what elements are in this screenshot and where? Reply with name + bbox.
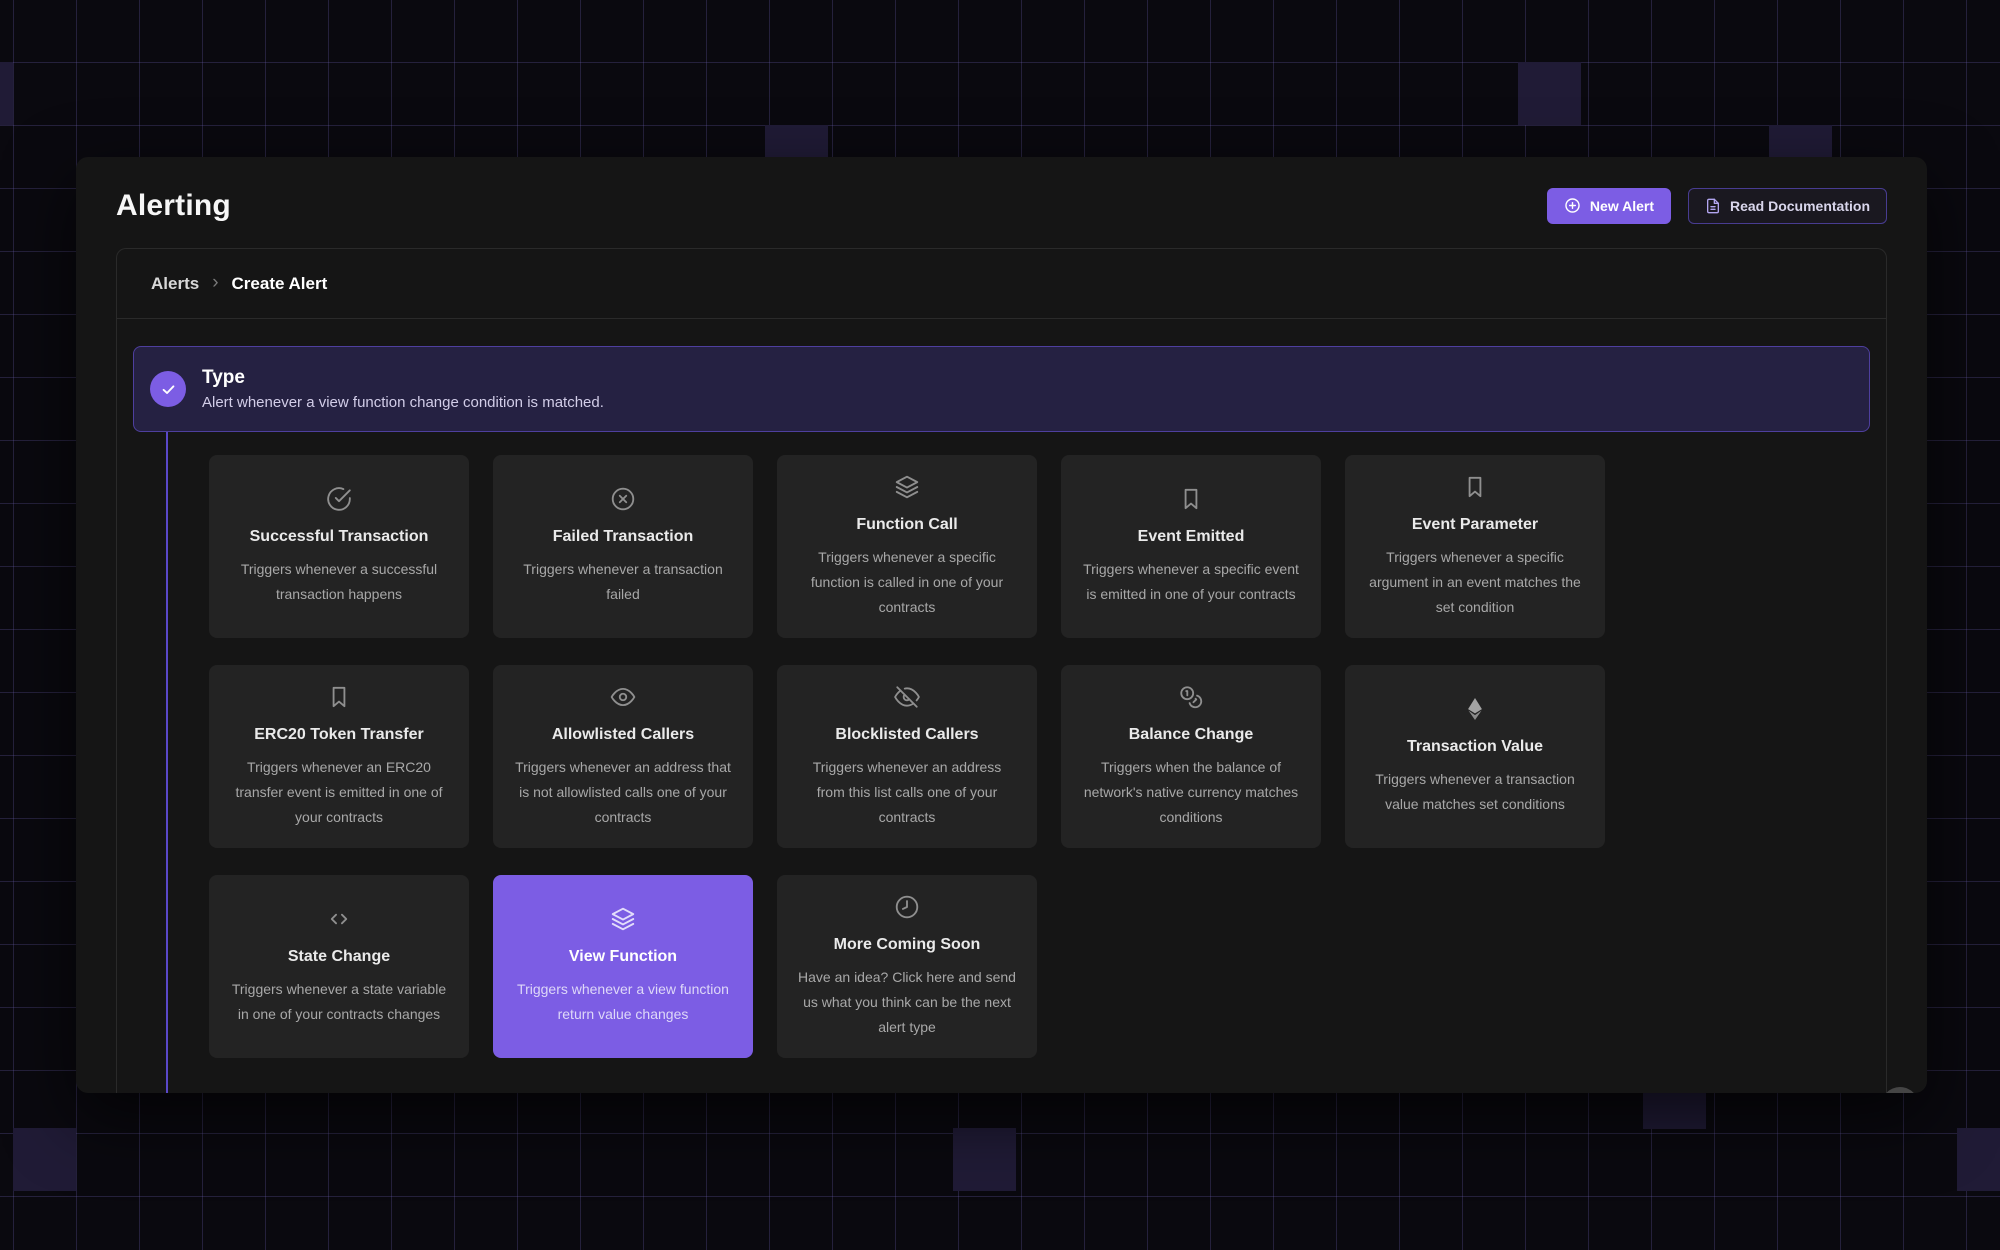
grid-highlight-cell xyxy=(1957,1128,2000,1191)
panel-header: Alerting New Alert Read Documentation xyxy=(116,157,1887,248)
alert-type-card-state-change[interactable]: State Change Triggers whenever a state v… xyxy=(209,875,469,1058)
header-actions: New Alert Read Documentation xyxy=(1547,188,1887,224)
alert-type-card-event-parameter[interactable]: Event Parameter Triggers whenever a spec… xyxy=(1345,455,1605,638)
alert-type-description: Triggers when the balance of network's n… xyxy=(1082,755,1300,830)
alert-type-card-event-emitted[interactable]: Event Emitted Triggers whenever a specif… xyxy=(1061,455,1321,638)
breadcrumb-alerts-link[interactable]: Alerts xyxy=(151,274,199,294)
ethereum-icon xyxy=(1462,696,1488,722)
alert-type-title: Blocklisted Callers xyxy=(835,726,978,744)
code-icon xyxy=(326,906,352,932)
bookmark-icon xyxy=(326,684,352,710)
x-circle-icon xyxy=(610,486,636,512)
step-connector-line xyxy=(166,432,168,1093)
breadcrumb-current: Create Alert xyxy=(232,274,328,294)
alert-type-description: Triggers whenever a specific function is… xyxy=(798,545,1016,620)
alert-type-card-successful-transaction[interactable]: Successful Transaction Triggers whenever… xyxy=(209,455,469,638)
page-title: Alerting xyxy=(116,189,231,223)
read-documentation-button[interactable]: Read Documentation xyxy=(1688,188,1887,224)
clock-icon xyxy=(894,894,920,920)
alert-type-card-balance-change[interactable]: Balance Change Triggers when the balance… xyxy=(1061,665,1321,848)
coins-icon xyxy=(1178,684,1204,710)
alert-type-description: Triggers whenever a transaction value ma… xyxy=(1366,767,1584,817)
alert-type-description: Triggers whenever a specific event is em… xyxy=(1082,557,1300,607)
layers-icon xyxy=(894,474,920,500)
alert-type-title: Balance Change xyxy=(1129,726,1253,744)
bookmark-icon xyxy=(1462,474,1488,500)
layers-icon xyxy=(610,906,636,932)
step-type-banner: Type Alert whenever a view function chan… xyxy=(133,346,1870,432)
new-alert-button[interactable]: New Alert xyxy=(1547,188,1671,224)
alert-type-title: Allowlisted Callers xyxy=(552,726,694,744)
alert-type-description: Triggers whenever a specific argument in… xyxy=(1366,545,1584,620)
alert-type-description: Have an idea? Click here and send us wha… xyxy=(798,965,1016,1040)
grid-highlight-cell xyxy=(953,1128,1016,1191)
check-circle-icon xyxy=(326,486,352,512)
alert-type-title: Function Call xyxy=(856,516,957,534)
alert-type-description: Triggers whenever a successful transacti… xyxy=(230,557,448,607)
eye-off-icon xyxy=(894,684,920,710)
alert-type-title: Successful Transaction xyxy=(250,528,429,546)
alert-type-description: Triggers whenever a transaction failed xyxy=(514,557,732,607)
create-alert-container: Alerts › Create Alert Type Alert wheneve… xyxy=(116,248,1887,1093)
grid-highlight-cell xyxy=(13,1128,76,1191)
step-content: Type Alert whenever a view function chan… xyxy=(117,319,1886,1058)
alert-type-description: Triggers whenever a state variable in on… xyxy=(230,977,448,1027)
breadcrumb: Alerts › Create Alert xyxy=(117,249,1886,319)
alert-type-card-view-function[interactable]: View Function Triggers whenever a view f… xyxy=(493,875,753,1058)
alert-type-card-function-call[interactable]: Function Call Triggers whenever a specif… xyxy=(777,455,1037,638)
alert-type-title: Failed Transaction xyxy=(553,528,693,546)
alert-type-title: State Change xyxy=(288,948,390,966)
read-documentation-label: Read Documentation xyxy=(1730,198,1870,214)
step-description: Alert whenever a view function change co… xyxy=(202,394,604,411)
alert-type-grid: Successful Transaction Triggers whenever… xyxy=(209,455,1870,1058)
alert-type-title: Event Parameter xyxy=(1412,516,1538,534)
chevron-right-icon: › xyxy=(212,273,218,294)
alert-type-description: Triggers whenever an address that is not… xyxy=(514,755,732,830)
alert-type-card-erc20-token-transfer[interactable]: ERC20 Token Transfer Triggers whenever a… xyxy=(209,665,469,848)
alert-type-description: Triggers whenever an address from this l… xyxy=(798,755,1016,830)
new-alert-label: New Alert xyxy=(1590,198,1654,214)
alert-type-title: ERC20 Token Transfer xyxy=(254,726,424,744)
step-title: Type xyxy=(202,367,604,389)
circle-plus-icon xyxy=(1564,197,1581,214)
grid-highlight-cell xyxy=(0,62,13,125)
alert-type-title: View Function xyxy=(569,948,677,966)
document-icon xyxy=(1705,198,1721,214)
check-icon xyxy=(150,371,186,407)
step-text: Type Alert whenever a view function chan… xyxy=(202,367,604,411)
alert-type-card-allowlisted-callers[interactable]: Allowlisted Callers Triggers whenever an… xyxy=(493,665,753,848)
alert-type-card-transaction-value[interactable]: Transaction Value Triggers whenever a tr… xyxy=(1345,665,1605,848)
alert-type-card-blocklisted-callers[interactable]: Blocklisted Callers Triggers whenever an… xyxy=(777,665,1037,848)
bookmark-icon xyxy=(1178,486,1204,512)
alerting-panel: Alerting New Alert Read Documentation xyxy=(76,157,1927,1093)
alert-type-card-more-coming-soon[interactable]: More Coming Soon Have an idea? Click her… xyxy=(777,875,1037,1058)
grid-highlight-cell xyxy=(1518,62,1581,125)
alert-type-description: Triggers whenever an ERC20 transfer even… xyxy=(230,755,448,830)
alert-type-title: Event Emitted xyxy=(1138,528,1245,546)
alert-type-description: Triggers whenever a view function return… xyxy=(514,977,732,1027)
eye-icon xyxy=(610,684,636,710)
alert-type-card-failed-transaction[interactable]: Failed Transaction Triggers whenever a t… xyxy=(493,455,753,638)
alert-type-title: Transaction Value xyxy=(1407,738,1543,756)
alert-type-title: More Coming Soon xyxy=(834,936,981,954)
